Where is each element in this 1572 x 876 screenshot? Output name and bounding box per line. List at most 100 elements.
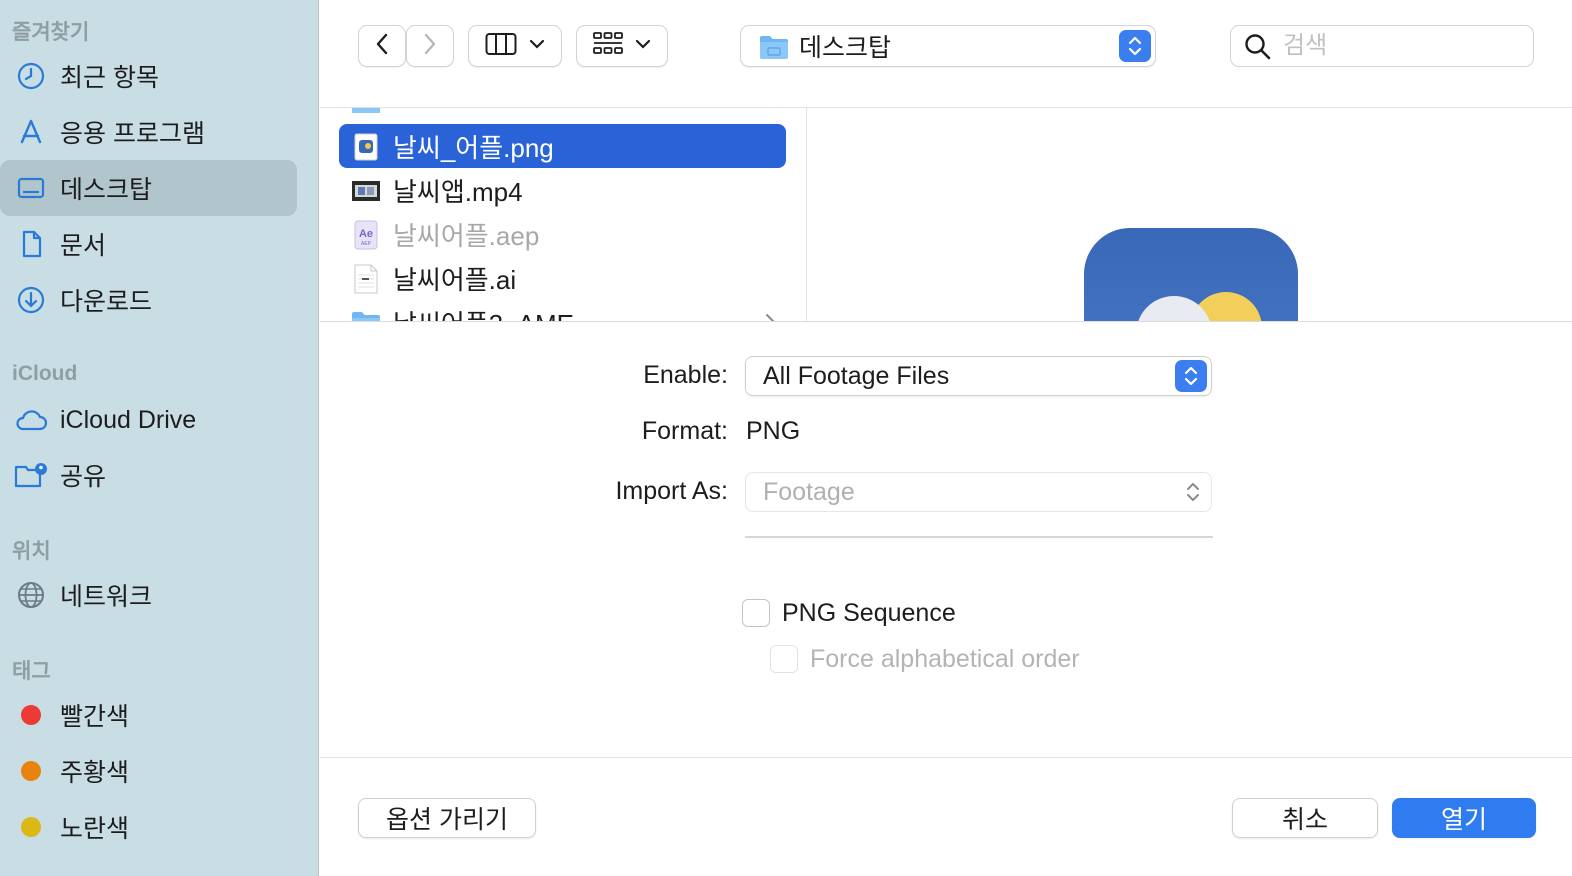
- folder-icon: [351, 108, 381, 116]
- format-value: PNG: [746, 417, 801, 445]
- icloud-section-title: iCloud: [12, 362, 78, 385]
- file-name: 날씨_어플.png: [393, 132, 554, 163]
- favorites-section-title: 즐겨찾기: [12, 21, 90, 44]
- svg-text:AEP: AEP: [361, 241, 372, 247]
- sidebar-item-label: 문서: [60, 232, 107, 260]
- document-icon: [14, 228, 48, 260]
- sidebar-item-label: iCloud Drive: [60, 405, 197, 434]
- desktop-icon: [14, 172, 48, 204]
- enable-value: All Footage Files: [763, 362, 950, 390]
- group-mode-button[interactable]: [576, 25, 668, 67]
- popup-stepper-icon: [1175, 360, 1207, 392]
- file-row[interactable]: 날씨앱.mp4: [339, 168, 786, 212]
- tags-section-title: 태그: [12, 660, 51, 683]
- file-name: 날씨어플2_AME: [393, 304, 574, 322]
- sidebar-item-label: 공유: [60, 463, 107, 491]
- import-as-value: Footage: [763, 478, 855, 506]
- sidebar-item-recents[interactable]: 최근 항목: [0, 48, 297, 104]
- locations-section-title: 위치: [12, 540, 51, 563]
- file-name: 날씨어플.ai: [393, 264, 517, 295]
- sidebar-item-label: 데스크탑: [60, 176, 153, 204]
- sidebar-item-label: 빨간색: [60, 703, 130, 731]
- open-button[interactable]: 열기: [1392, 798, 1536, 838]
- sidebar-item-network[interactable]: 네트워크: [0, 567, 297, 623]
- columns-icon: [485, 32, 517, 61]
- chevron-down-icon: [529, 37, 545, 55]
- sidebar-item-tag-orange[interactable]: 주황색: [0, 743, 297, 799]
- video-file-icon: [351, 176, 381, 206]
- import-options: Enable: All Footage Files Format: PNG Im…: [320, 322, 1572, 758]
- sidebar: 즐겨찾기 최근 항목 응용 프로그램 데스크탑 문서 다운로드 iCloud i…: [0, 0, 319, 876]
- file-row[interactable]: 날씨_어플.png: [339, 124, 786, 168]
- format-label: Format:: [641, 417, 728, 445]
- file-name: 날씨어플.aep: [393, 220, 540, 251]
- sidebar-item-desktop[interactable]: 데스크탑: [0, 160, 297, 216]
- globe-icon: [14, 579, 48, 611]
- hide-options-button[interactable]: 옵션 가리기: [358, 798, 536, 838]
- sidebar-item-label: 네트워크: [60, 583, 153, 611]
- force-alphabetical-label: Force alphabetical order: [810, 645, 1080, 673]
- view-mode-button[interactable]: [468, 25, 562, 67]
- search-field[interactable]: [1230, 25, 1534, 67]
- sidebar-item-applications[interactable]: 응용 프로그램: [0, 104, 297, 160]
- chevron-updown-icon: [1185, 480, 1201, 509]
- orange-tag-icon: [14, 755, 48, 787]
- weather-app-preview-image: [1084, 228, 1298, 321]
- enable-label: Enable:: [643, 361, 728, 389]
- back-button[interactable]: [358, 25, 406, 67]
- grid-icon: [593, 31, 623, 62]
- applications-icon: [14, 116, 48, 148]
- location-label: 데스크탑: [799, 34, 892, 62]
- toolbar: 데스크탑: [320, 0, 1572, 108]
- import-as-label: Import As:: [615, 477, 728, 505]
- location-popup[interactable]: 데스크탑: [740, 25, 1156, 67]
- red-tag-icon: [14, 699, 48, 731]
- force-alphabetical-checkbox[interactable]: [770, 645, 798, 673]
- file-preview: [808, 108, 1572, 321]
- sidebar-item-label: 노란색: [60, 815, 130, 843]
- png-sequence-checkbox[interactable]: [742, 599, 770, 627]
- file-browser: 날씨_어플.png 날씨앱.mp4 Ae AEP 날씨어플.aep 날씨어플.ai…: [320, 108, 1572, 322]
- enable-popup[interactable]: All Footage Files: [745, 356, 1212, 396]
- file-row[interactable]: 날씨어플2_AME: [339, 300, 786, 322]
- file-row-partial[interactable]: [339, 108, 786, 122]
- sidebar-item-downloads[interactable]: 다운로드: [0, 272, 297, 328]
- chevron-right-icon: [421, 32, 439, 61]
- search-input[interactable]: [1283, 32, 1523, 60]
- search-icon: [1244, 33, 1272, 66]
- sidebar-item-label: 다운로드: [60, 288, 153, 316]
- png-file-icon: [351, 132, 381, 162]
- chevron-down-icon: [635, 37, 651, 55]
- file-name: 날씨앱.mp4: [393, 176, 523, 207]
- sidebar-item-label: 응용 프로그램: [60, 120, 205, 148]
- folder-icon: [351, 308, 381, 321]
- sidebar-item-shared[interactable]: 공유: [0, 447, 297, 503]
- ai-file-icon: [351, 264, 381, 294]
- forward-button[interactable]: [406, 25, 454, 67]
- download-icon: [14, 284, 48, 316]
- chevron-left-icon: [373, 32, 391, 61]
- chevron-right-icon: [764, 312, 776, 321]
- dialog-footer: 옵션 가리기 취소 열기: [320, 758, 1572, 876]
- cloud-icon: [14, 404, 48, 436]
- sidebar-item-documents[interactable]: 문서: [0, 216, 297, 272]
- svg-text:Ae: Ae: [359, 228, 373, 240]
- shared-folder-icon: [14, 459, 48, 491]
- cancel-button[interactable]: 취소: [1232, 798, 1378, 838]
- clock-icon: [14, 60, 48, 92]
- sidebar-item-icloud-drive[interactable]: iCloud Drive: [0, 392, 297, 448]
- divider: [745, 536, 1213, 538]
- ae-project-icon: Ae AEP: [351, 220, 381, 250]
- png-sequence-label: PNG Sequence: [782, 599, 956, 627]
- file-column[interactable]: 날씨_어플.png 날씨앱.mp4 Ae AEP 날씨어플.aep 날씨어플.ai…: [320, 108, 807, 322]
- sidebar-item-tag-yellow[interactable]: 노란색: [0, 799, 297, 855]
- sidebar-item-label: 최근 항목: [60, 64, 159, 92]
- sidebar-item-label: 주황색: [60, 759, 130, 787]
- folder-icon: [759, 34, 789, 65]
- file-row[interactable]: 날씨어플.ai: [339, 256, 786, 300]
- sidebar-item-tag-red[interactable]: 빨간색: [0, 687, 297, 743]
- import-as-popup[interactable]: Footage: [745, 472, 1212, 512]
- popup-stepper-icon: [1119, 30, 1151, 62]
- file-row[interactable]: Ae AEP 날씨어플.aep: [339, 212, 786, 256]
- yellow-tag-icon: [14, 811, 48, 843]
